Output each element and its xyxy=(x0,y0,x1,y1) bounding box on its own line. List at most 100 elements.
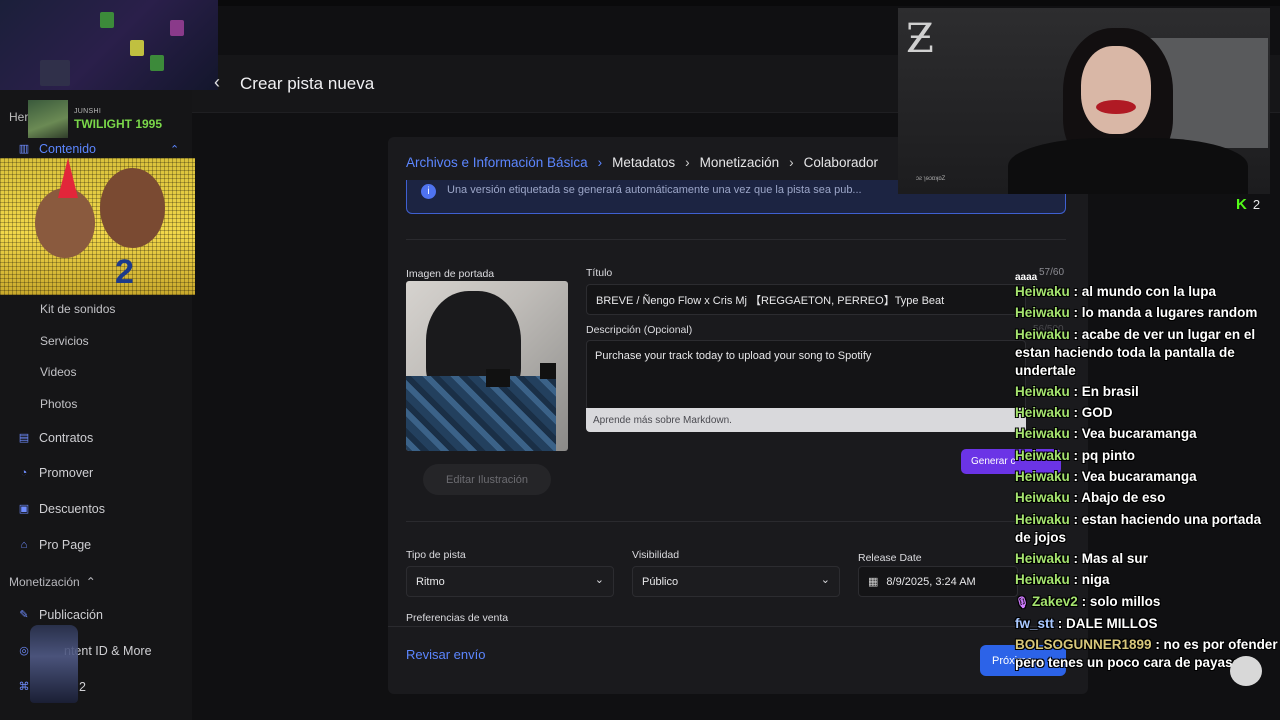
chat-text: : solo millos xyxy=(1081,593,1161,609)
chat-text: : lo manda a lugares random xyxy=(1073,305,1258,321)
now-playing-card: JUNSHI TWILIGHT 1995 xyxy=(28,100,198,138)
sidebar-sub-kit[interactable]: Kit de sonidos xyxy=(40,302,115,316)
chat-message: Heiwaku : acabe de ver un lugar en el es… xyxy=(1012,326,1280,380)
title-label: Título xyxy=(586,267,613,279)
now-playing-thumbnail xyxy=(28,100,68,138)
cover-image[interactable] xyxy=(406,281,568,451)
track-type-select[interactable]: Ritmo ⌄ xyxy=(406,566,614,597)
chat-overlay: aaaa Heiwaku : al mundo con la lupa Heiwa… xyxy=(1012,272,1280,720)
sidebar-item-label: Descuentos xyxy=(39,502,106,516)
chat-username[interactable]: Heiwaku xyxy=(1015,305,1070,320)
sidebar-item-label: Contratos xyxy=(39,431,94,445)
sidebar-item-label: Promover xyxy=(39,466,94,480)
release-date-value: 8/9/2025, 3:24 AM xyxy=(886,575,976,588)
cover-label: Imagen de portada xyxy=(406,268,495,280)
chat-username[interactable]: Heiwaku xyxy=(1015,490,1070,505)
info-icon: i xyxy=(421,184,436,199)
chat-username[interactable]: Zakev2 xyxy=(1032,594,1078,609)
sidebar-item-descuentos[interactable]: ▣ Descuentos xyxy=(18,502,105,516)
chat-text: : niga xyxy=(1073,572,1110,588)
chevron-up-icon: ⌃ xyxy=(85,575,96,589)
back-arrow-icon[interactable]: ‹ xyxy=(214,72,220,93)
step-monetization[interactable]: Monetización xyxy=(700,155,780,170)
chat-username[interactable]: Heiwaku xyxy=(1015,572,1070,587)
step-basic-info[interactable]: Archivos e Información Básica xyxy=(406,155,588,170)
chevron-down-icon: ⌄ xyxy=(820,574,830,586)
sidebar-section-monetizacion[interactable]: Monetización ⌃ xyxy=(9,575,96,589)
step-metadata[interactable]: Metadatos xyxy=(612,155,675,170)
chevron-right-icon: › xyxy=(789,155,794,170)
viewer-count: K 2 xyxy=(1236,196,1260,213)
chat-username[interactable]: Heiwaku xyxy=(1015,512,1070,527)
chat-username[interactable]: Heiwaku xyxy=(1015,327,1070,342)
streamer-logo-icon: Ƶ xyxy=(906,16,934,62)
library-icon: ▥ xyxy=(18,143,30,155)
sidebar-sub-videos[interactable]: Videos xyxy=(40,365,76,379)
content-id-icon: ◎ xyxy=(19,645,29,657)
calendar-icon: ▦ xyxy=(868,576,879,588)
sidebar-item-label: Publicación xyxy=(39,608,103,622)
sidebar-sub-photos[interactable]: Photos xyxy=(40,397,77,411)
contract-icon: ▤ xyxy=(18,432,30,444)
chat-message: 🎙 Zakev2 : solo millos xyxy=(1012,593,1280,612)
chevron-down-icon: ⌄ xyxy=(594,574,604,586)
chat-username[interactable]: BOLSOGUNNER1899 xyxy=(1015,637,1152,652)
grid-icon: ⌘ xyxy=(18,681,30,693)
chat-text: : En brasil xyxy=(1073,383,1139,399)
chat-message: Heiwaku : niga xyxy=(1012,571,1280,589)
chat-message: Heiwaku : En brasil xyxy=(1012,383,1280,401)
megaphone-icon: ◔ xyxy=(20,467,28,479)
webcam-caption: ɔƨ ɿɘɔɒʞɒZ xyxy=(916,176,946,182)
title-input[interactable]: BREVE / Ñengo Flow x Cris Mj 【REGGAETON,… xyxy=(586,284,1026,315)
description-value: Purchase your track today to upload your… xyxy=(595,350,872,362)
chevron-up-icon[interactable]: ⌃ xyxy=(170,143,179,156)
info-banner-text: Una versión etiquetada se generará autom… xyxy=(447,184,862,196)
chat-message: Heiwaku : lo manda a lugares random xyxy=(1012,304,1280,322)
pen-icon: ✎ xyxy=(19,609,29,621)
chat-username[interactable]: Heiwaku xyxy=(1015,469,1070,484)
review-submission-link[interactable]: Revisar envío xyxy=(406,647,485,662)
chat-partial-message: aaaa xyxy=(1015,272,1038,283)
viewer-count-value: 2 xyxy=(1252,197,1261,212)
track-type-value: Ritmo xyxy=(416,575,445,588)
chat-username[interactable]: Heiwaku xyxy=(1015,284,1070,299)
release-date-label: Release Date xyxy=(858,552,922,564)
visibility-select[interactable]: Público ⌄ xyxy=(632,566,840,597)
chat-username[interactable]: Heiwaku xyxy=(1015,551,1070,566)
chat-username[interactable]: fw_stt xyxy=(1015,616,1054,631)
chat-username[interactable]: Heiwaku xyxy=(1015,405,1070,420)
chat-message: Heiwaku : estan haciendo una portada de … xyxy=(1012,511,1280,547)
kick-logo-icon: K xyxy=(1236,196,1247,213)
sidebar-item-promover[interactable]: ◔ Promover xyxy=(18,466,94,480)
sale-preferences-label: Preferencias de venta xyxy=(406,612,509,624)
divider xyxy=(406,239,1066,240)
chat-text: : pq pinto xyxy=(1073,447,1136,463)
sidebar-item-label: 2 xyxy=(79,680,86,694)
sidebar-item-pro-page[interactable]: ⌂ Pro Page xyxy=(18,538,91,552)
chat-message: Heiwaku : Abajo de eso xyxy=(1012,489,1280,507)
chat-message: Heiwaku : GOD xyxy=(1012,404,1280,422)
release-date-input[interactable]: ▦ 8/9/2025, 3:24 AM xyxy=(858,566,1018,597)
sidebar-sub-servicios[interactable]: Servicios xyxy=(40,334,89,348)
chat-text: : Mas al sur xyxy=(1073,550,1148,566)
chat-message: Heiwaku : Mas al sur xyxy=(1012,550,1280,568)
edit-illustration-button[interactable]: Editar Ilustración xyxy=(423,464,551,495)
sidebar-item-contratos[interactable]: ▤ Contratos xyxy=(18,431,93,445)
chat-username[interactable]: Heiwaku xyxy=(1015,426,1070,441)
chat-avatar xyxy=(1230,656,1262,686)
overlay-photo: 2 xyxy=(0,158,195,295)
sidebar-item-contenido[interactable]: ▥ Contenido xyxy=(18,142,96,156)
chat-username[interactable]: Heiwaku xyxy=(1015,448,1070,463)
pixel-character-overlay xyxy=(30,625,78,703)
discount-icon: ▣ xyxy=(18,503,30,515)
sidebar-item-label: Pro Page xyxy=(39,538,92,552)
now-playing-title: TWILIGHT 1995 xyxy=(74,116,163,131)
markdown-hint[interactable]: Aprende más sobre Markdown. xyxy=(586,408,1026,432)
chat-username[interactable]: Heiwaku xyxy=(1015,384,1070,399)
chat-message: Heiwaku : Vea bucaramanga xyxy=(1012,468,1280,486)
sidebar-item-publicacion[interactable]: ✎ Publicación xyxy=(18,608,103,622)
chat-text: : Abajo de eso xyxy=(1073,490,1166,506)
chat-text: : GOD xyxy=(1073,405,1113,421)
chat-message: fw_stt : DALE MILLOS xyxy=(1012,615,1280,633)
step-collaborators[interactable]: Colaborador xyxy=(804,155,878,170)
